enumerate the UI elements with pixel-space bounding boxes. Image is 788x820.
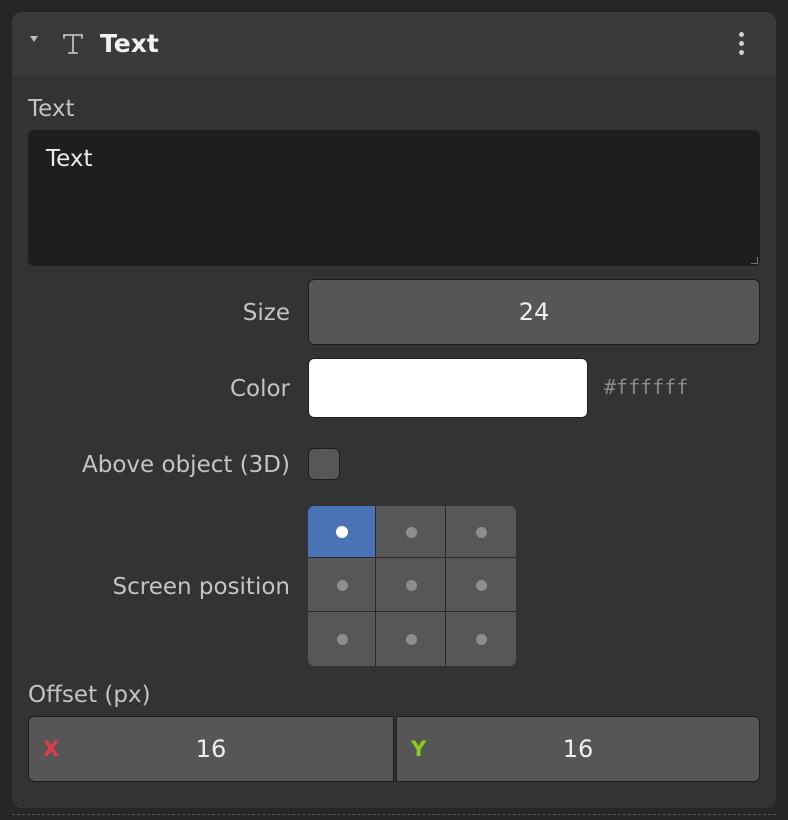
size-label: Size (242, 300, 290, 326)
screen-position-grid (308, 506, 516, 666)
screen-position-cell[interactable] (446, 612, 516, 666)
screen-position-cell[interactable] (376, 506, 446, 558)
text-type-icon (63, 34, 83, 54)
screen-position-cell[interactable] (308, 506, 376, 558)
position-dot-icon (335, 525, 348, 538)
position-dot-icon (476, 634, 487, 645)
collapse-caret-icon[interactable] (30, 36, 38, 42)
color-hex-text: #ffffff (604, 375, 689, 399)
text-component-panel: Text Text Text Size 24 Color #ffffff Abo… (12, 12, 776, 808)
component-title: Text (100, 29, 159, 58)
text-input-value: Text (46, 146, 93, 172)
screen-position-cell[interactable] (376, 558, 446, 612)
screen-position-cell[interactable] (308, 612, 376, 666)
position-dot-icon (405, 579, 417, 591)
size-field[interactable]: 24 (308, 279, 760, 345)
screen-position-cell[interactable] (376, 612, 446, 666)
offset-label: Offset (px) (28, 682, 151, 708)
position-dot-icon (476, 579, 487, 591)
screen-position-cell[interactable] (446, 558, 516, 612)
color-label: Color (229, 376, 290, 402)
offset-x-field[interactable]: X 16 (28, 716, 394, 782)
position-dot-icon (405, 634, 417, 645)
component-header[interactable]: Text (12, 12, 776, 76)
above-object-label: Above object (3D) (82, 452, 290, 478)
position-dot-icon (336, 579, 348, 591)
above-object-checkbox[interactable] (308, 448, 340, 480)
screen-position-cell[interactable] (308, 558, 376, 612)
offset-x-value: 16 (195, 735, 227, 763)
panel-bottom-divider (12, 814, 776, 815)
offset-y-value: 16 (562, 735, 594, 763)
offset-y-field[interactable]: Y 16 (396, 716, 760, 782)
position-dot-icon (336, 634, 348, 645)
text-input[interactable]: Text (28, 130, 760, 266)
kebab-menu-icon[interactable] (732, 30, 752, 58)
color-swatch[interactable] (308, 358, 588, 418)
position-dot-icon (476, 526, 487, 538)
position-dot-icon (405, 526, 417, 538)
screen-position-cell[interactable] (446, 506, 516, 558)
resize-grip-icon[interactable] (751, 257, 758, 264)
screen-position-label: Screen position (112, 574, 291, 600)
text-label: Text (28, 96, 75, 122)
